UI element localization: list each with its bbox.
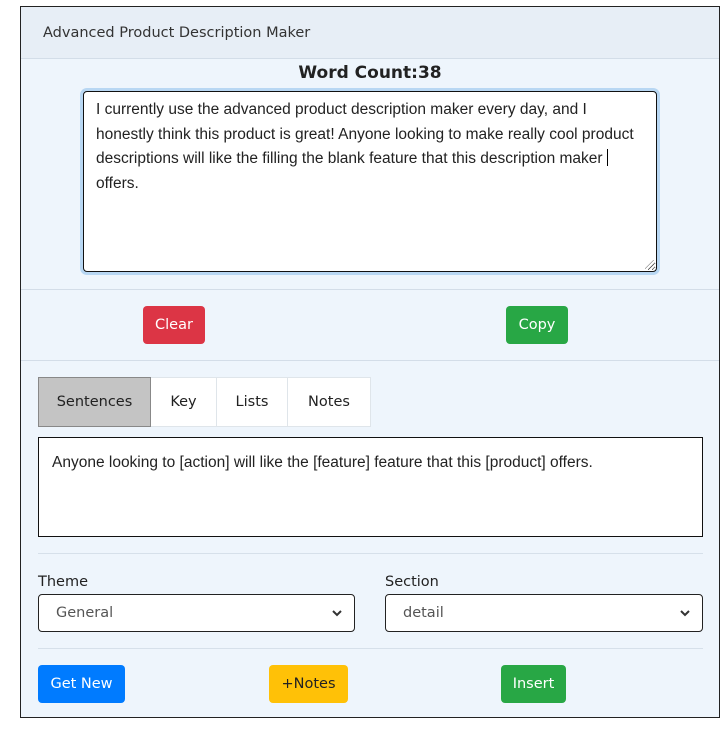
get-new-button[interactable]: Get New [38, 665, 125, 703]
description-text: I currently use the advanced product des… [96, 101, 634, 167]
app-title: Advanced Product Description Maker [43, 24, 311, 41]
resize-handle-icon[interactable] [645, 260, 654, 269]
tab-key[interactable]: Key [151, 377, 217, 427]
tab-label: Key [170, 394, 197, 410]
description-maker-card: Advanced Product Description Maker Word … [20, 6, 720, 718]
copy-button[interactable]: Copy [506, 306, 568, 344]
description-text-tail: offers. [96, 174, 139, 192]
divider [21, 289, 719, 290]
divider [21, 360, 719, 361]
tab-bar: Sentences Key Lists Notes [38, 377, 371, 427]
section-label: Section [385, 574, 439, 590]
card-header: Advanced Product Description Maker [21, 7, 719, 59]
tab-sentences[interactable]: Sentences [38, 377, 151, 427]
tab-notes[interactable]: Notes [288, 377, 371, 427]
clear-button[interactable]: Clear [143, 306, 205, 344]
add-notes-button[interactable]: +Notes [269, 665, 348, 703]
theme-select[interactable]: General [38, 594, 355, 632]
divider [38, 553, 703, 554]
tab-label: Notes [308, 394, 350, 410]
tab-lists[interactable]: Lists [217, 377, 288, 427]
section-selected-value: detail [403, 605, 444, 621]
description-textarea[interactable]: I currently use the advanced product des… [83, 91, 657, 272]
theme-label: Theme [38, 574, 89, 590]
sentence-template-box[interactable]: Anyone looking to [action] will like the… [38, 437, 703, 537]
insert-button[interactable]: Insert [501, 665, 566, 703]
chevron-down-icon [332, 610, 342, 617]
theme-selected-value: General [56, 605, 114, 621]
text-caret [606, 149, 608, 166]
word-count: Word Count:38 [298, 63, 442, 83]
tab-label: Sentences [56, 394, 133, 410]
sentence-template-text: Anyone looking to [action] will like the… [52, 454, 593, 471]
chevron-down-icon [680, 610, 690, 617]
tab-label: Lists [235, 394, 269, 410]
divider [38, 648, 703, 649]
section-select[interactable]: detail [385, 594, 703, 632]
